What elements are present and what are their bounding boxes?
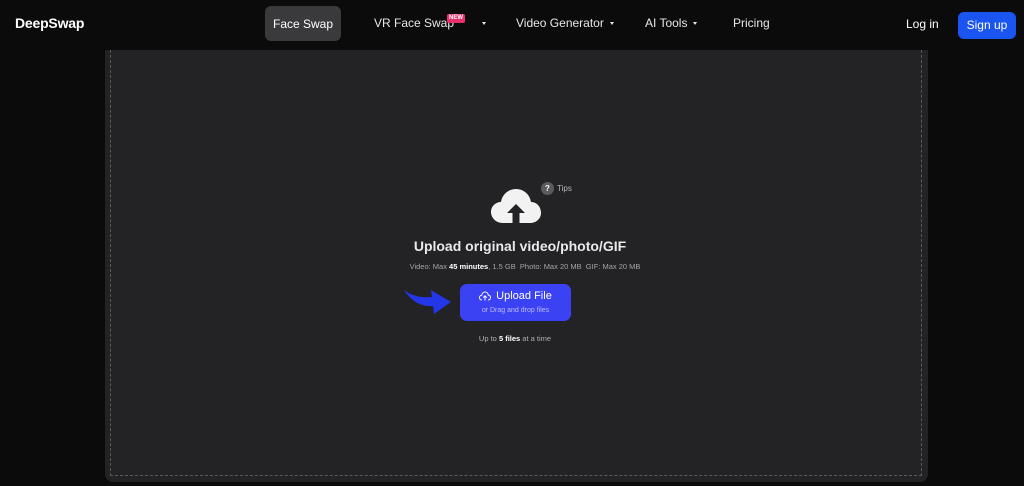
nav-item-pricing[interactable]: Pricing bbox=[733, 16, 770, 30]
nav-item-face-swap[interactable]: Face Swap bbox=[265, 6, 341, 41]
tips-label: Tips bbox=[557, 184, 572, 193]
question-icon: ? bbox=[541, 182, 554, 195]
video-limit-duration: 45 minutes bbox=[449, 262, 489, 271]
nav-item-label: VR Face Swap bbox=[374, 16, 455, 30]
pointer-arrow-icon bbox=[404, 290, 451, 314]
files-limit-count: 5 files bbox=[498, 334, 521, 343]
video-limit-size: , 1.5 GB bbox=[488, 262, 516, 271]
new-badge: NEW bbox=[447, 14, 465, 23]
files-limit-prefix: Up to bbox=[478, 334, 499, 343]
cloud-upload-icon bbox=[479, 291, 492, 301]
caret-down-icon bbox=[609, 22, 614, 25]
photo-limit: Photo: Max 20 MB bbox=[519, 262, 582, 271]
upload-title: Upload original video/photo/GIF bbox=[413, 238, 627, 254]
upload-button-sublabel: or Drag and drop files bbox=[481, 307, 550, 314]
files-limit-suffix: at a time bbox=[520, 334, 552, 343]
top-navbar: DeepSwap Face Swap VR Face Swap NEW Vide… bbox=[0, 0, 1024, 50]
nav-item-video-generator[interactable]: Video Generator bbox=[516, 16, 614, 30]
upload-button-label: Upload File bbox=[496, 290, 552, 302]
upload-limits: Video: Max 45 minutes, 1.5 GB Photo: Max… bbox=[0, 262, 1024, 271]
cloud-upload-icon bbox=[491, 189, 541, 223]
nav-item-ai-tools[interactable]: AI Tools bbox=[645, 16, 698, 30]
nav-item-vr-face-swap[interactable]: VR Face Swap bbox=[374, 16, 487, 30]
caret-down-icon bbox=[693, 22, 698, 25]
upload-file-button[interactable]: Upload File or Drag and drop files bbox=[460, 284, 571, 321]
nav-item-label: AI Tools bbox=[645, 16, 688, 30]
nav-item-label: Pricing bbox=[733, 16, 770, 30]
video-limit-prefix: Video: Max bbox=[409, 262, 450, 271]
nav-item-label: Face Swap bbox=[272, 17, 334, 31]
upload-button-row: Upload File bbox=[460, 290, 571, 302]
login-link[interactable]: Log in bbox=[906, 17, 939, 31]
logo[interactable]: DeepSwap bbox=[15, 15, 84, 31]
files-limit-note: Up to 5 files at a time bbox=[0, 334, 1024, 343]
signup-button[interactable]: Sign up bbox=[958, 12, 1016, 39]
caret-down-icon bbox=[482, 22, 487, 25]
nav-item-label: Video Generator bbox=[516, 16, 604, 30]
gif-limit: GIF: Max 20 MB bbox=[585, 262, 641, 271]
